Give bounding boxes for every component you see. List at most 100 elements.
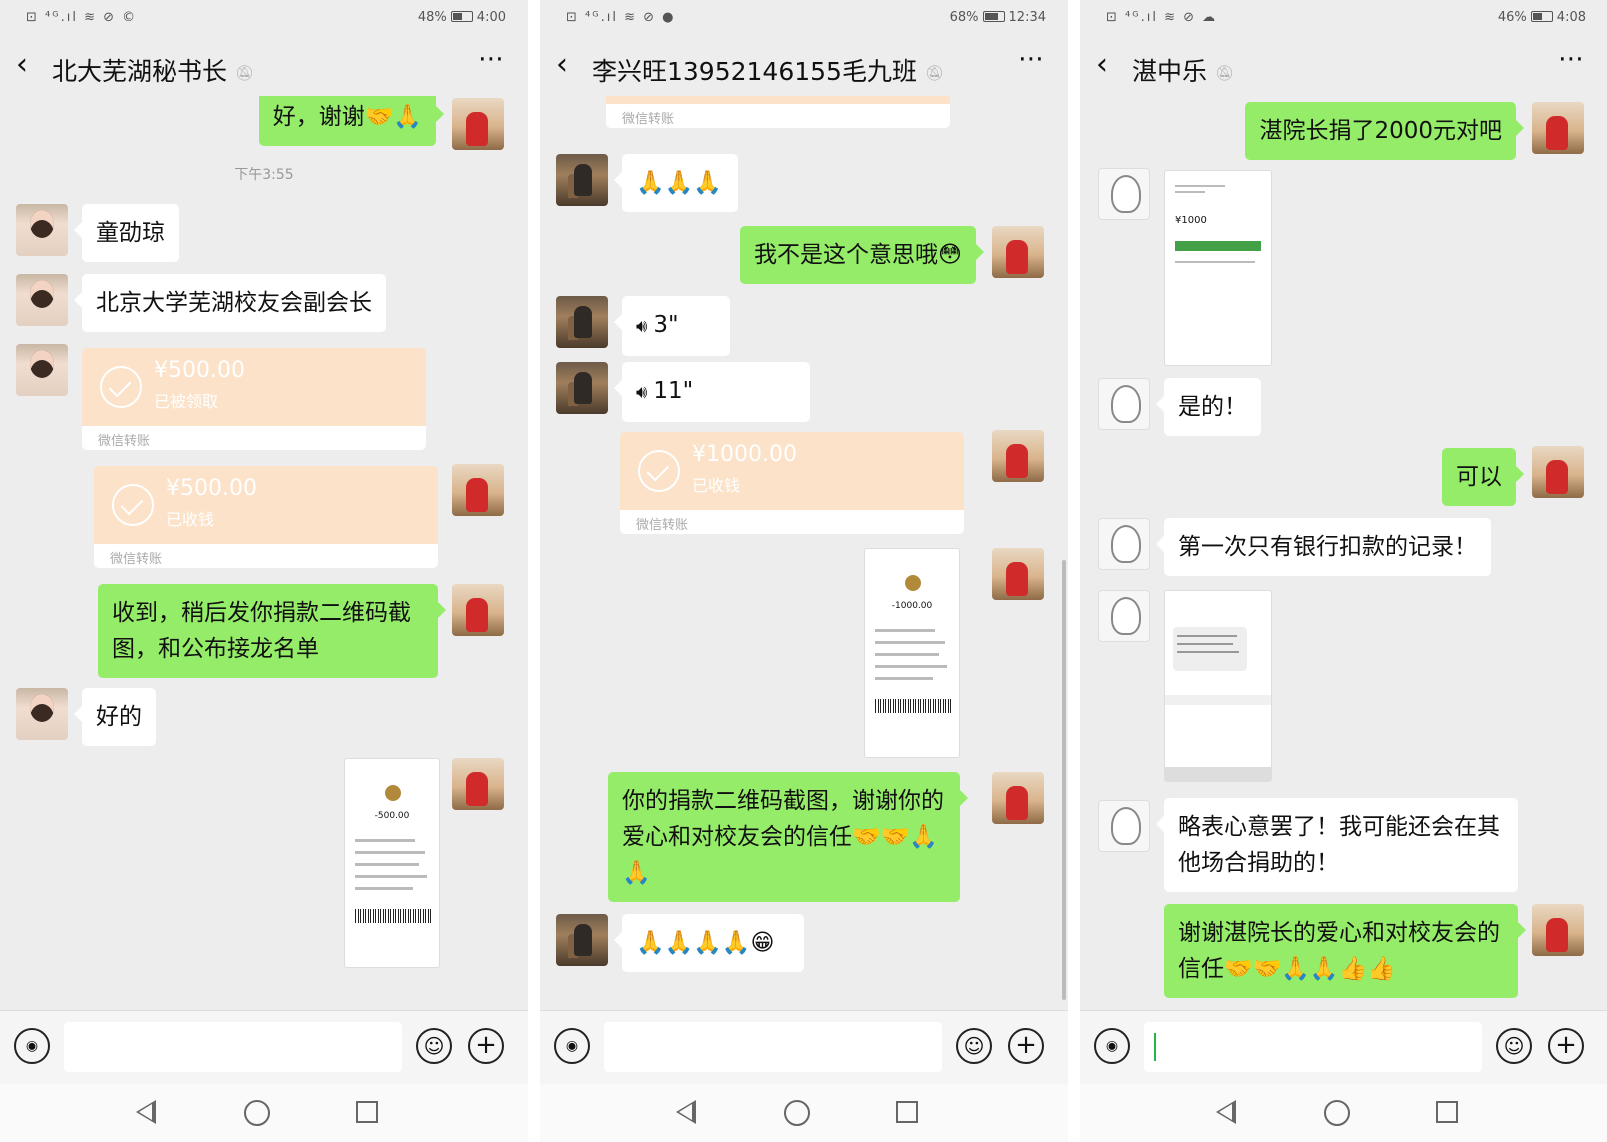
message-sent[interactable]: 收到，稍后发你捐款二维码截图，和公布接龙名单: [98, 584, 446, 678]
system-nav: [1080, 1084, 1607, 1142]
voice-icon[interactable]: ◉: [1094, 1028, 1130, 1064]
image-message[interactable]: -500.00: [344, 758, 440, 968]
message-input[interactable]: [1144, 1022, 1482, 1072]
chat-header: ‹ 北大芜湖秘书长 🔕︎ ⋯: [0, 40, 528, 96]
message-list[interactable]: 微信转账 🙏🙏🙏 我不是这个意思哦😳 🔊︎ 3" 🔊︎ 11" ¥1000.00 已…: [540, 96, 1068, 1010]
nav-home-icon[interactable]: [244, 1100, 270, 1126]
chat-screen-1: ⊡ ⁴ᴳ.ıl ≋ ⊘ © 48% 4:00 ‹ 北大芜湖秘书长 🔕︎ ⋯ 好，谢谢…: [0, 0, 528, 1142]
back-icon[interactable]: ‹: [556, 50, 568, 80]
message-list[interactable]: 好，谢谢🤝🙏 下午3:55 童劭琼 北京大学芜湖校友会副会长 ¥500.00 已…: [0, 96, 528, 1010]
self-avatar[interactable]: [992, 772, 1044, 824]
emoji-icon[interactable]: ☺: [1496, 1028, 1532, 1064]
message-sent[interactable]: 可以: [1442, 448, 1524, 506]
back-icon[interactable]: ‹: [1096, 50, 1108, 80]
self-avatar[interactable]: [452, 758, 504, 810]
voice-message[interactable]: 🔊︎ 11": [614, 362, 810, 422]
self-avatar[interactable]: [452, 584, 504, 636]
transfer-body: ¥500.00 已被领取: [82, 348, 426, 426]
self-avatar[interactable]: [452, 464, 504, 516]
scrollbar[interactable]: [1062, 560, 1066, 1000]
voice-message[interactable]: 🔊︎ 3": [614, 296, 730, 356]
message-received[interactable]: 🙏🙏🙏: [614, 154, 738, 212]
more-icon[interactable]: ⋯: [478, 44, 506, 74]
nav-recent-icon[interactable]: [356, 1101, 378, 1123]
nav-home-icon[interactable]: [1324, 1100, 1350, 1126]
self-avatar[interactable]: [452, 98, 504, 150]
transfer-body: ¥500.00 已收钱: [94, 466, 438, 544]
nav-back-icon[interactable]: [136, 1100, 156, 1124]
contact-avatar[interactable]: [1098, 378, 1150, 430]
message-received[interactable]: 是的！: [1156, 378, 1261, 436]
more-icon[interactable]: ⋯: [1018, 44, 1046, 74]
plus-icon[interactable]: +: [1548, 1028, 1584, 1064]
self-avatar[interactable]: [992, 548, 1044, 600]
contact-avatar[interactable]: [1098, 168, 1150, 220]
nav-back-icon[interactable]: [676, 1100, 696, 1124]
voice-duration: 11": [653, 378, 694, 404]
message-received[interactable]: 略表心意罢了！我可能还会在其他场合捐助的！: [1156, 798, 1518, 892]
voice-icon[interactable]: ◉: [14, 1028, 50, 1064]
mute-icon: 🔕︎: [235, 64, 255, 82]
battery-icon: [982, 11, 1005, 22]
message-input[interactable]: [604, 1022, 942, 1072]
nav-recent-icon[interactable]: [1436, 1101, 1458, 1123]
battery-percent: 48%: [417, 10, 447, 25]
transfer-amount: ¥500.00: [166, 476, 257, 501]
transfer-card[interactable]: ¥500.00 已收钱 微信转账: [94, 466, 438, 568]
more-icon[interactable]: ⋯: [1558, 44, 1586, 74]
contact-avatar[interactable]: [556, 362, 608, 414]
plus-icon[interactable]: +: [468, 1028, 504, 1064]
message-sent[interactable]: 你的捐款二维码截图，谢谢你的爱心和对校友会的信任🤝🤝🙏🙏: [608, 772, 968, 902]
self-avatar[interactable]: [1532, 446, 1584, 498]
message-received[interactable]: 童劭琼: [74, 204, 179, 262]
message-received[interactable]: 北京大学芜湖校友会副会长: [74, 274, 386, 332]
chat-header: ‹ 湛中乐 🔕︎ ⋯: [1080, 40, 1607, 96]
check-icon: [638, 450, 680, 492]
contact-avatar[interactable]: [1098, 518, 1150, 570]
system-nav: [540, 1084, 1068, 1142]
self-avatar[interactable]: [992, 430, 1044, 482]
status-icons: ⊡ ⁴ᴳ.ıl ≋ ⊘ ☁: [1106, 10, 1218, 25]
contact-avatar[interactable]: [1098, 590, 1150, 642]
transfer-card[interactable]: ¥1000.00 已收钱 微信转账: [620, 432, 964, 534]
message-list[interactable]: 湛院长捐了2000元对吧 ¥1000 是的！ 可以 第一次只有银行扣款的记录！ …: [1080, 96, 1607, 1010]
message-sent[interactable]: 谢谢湛院长的爱心和对校友会的信任🤝🤝🙏🙏👍👍: [1164, 904, 1526, 998]
message-received[interactable]: 🙏🙏🙏🙏😁: [614, 914, 804, 972]
transfer-card[interactable]: 微信转账: [606, 96, 950, 128]
contact-avatar[interactable]: [16, 274, 68, 326]
transfer-amount: ¥1000.00: [692, 442, 797, 467]
message-sent[interactable]: 我不是这个意思哦😳: [740, 226, 984, 284]
voice-icon[interactable]: ◉: [554, 1028, 590, 1064]
plus-icon[interactable]: +: [1008, 1028, 1044, 1064]
transfer-label: 微信转账: [622, 112, 675, 127]
image-message[interactable]: [1164, 590, 1272, 782]
transfer-card[interactable]: ¥500.00 已被领取 微信转账: [82, 348, 426, 450]
mute-icon: 🔕︎: [924, 64, 945, 82]
contact-avatar[interactable]: [1098, 800, 1150, 852]
emoji-icon[interactable]: ☺: [956, 1028, 992, 1064]
transfer-body: ¥1000.00 已收钱: [620, 432, 964, 510]
nav-back-icon[interactable]: [1216, 1100, 1236, 1124]
message-received[interactable]: 好的: [74, 688, 156, 746]
contact-avatar[interactable]: [16, 344, 68, 396]
image-message[interactable]: -1000.00: [864, 548, 960, 758]
input-bar: ◉ ☺ +: [1080, 1010, 1607, 1084]
self-avatar[interactable]: [1532, 904, 1584, 956]
nav-home-icon[interactable]: [784, 1100, 810, 1126]
contact-avatar[interactable]: [16, 688, 68, 740]
transfer-status: 已被领取: [154, 392, 219, 411]
message-sent[interactable]: 湛院长捐了2000元对吧: [1245, 102, 1524, 160]
message-sent[interactable]: 好，谢谢🤝🙏: [258, 96, 445, 146]
self-avatar[interactable]: [992, 226, 1044, 278]
message-input[interactable]: [64, 1022, 402, 1072]
back-icon[interactable]: ‹: [16, 50, 28, 80]
image-message[interactable]: ¥1000: [1164, 170, 1272, 366]
contact-avatar[interactable]: [556, 914, 608, 966]
emoji-icon[interactable]: ☺: [416, 1028, 452, 1064]
message-received[interactable]: 第一次只有银行扣款的记录！: [1156, 518, 1491, 576]
contact-avatar[interactable]: [556, 154, 608, 206]
self-avatar[interactable]: [1532, 102, 1584, 154]
contact-avatar[interactable]: [556, 296, 608, 348]
nav-recent-icon[interactable]: [896, 1101, 918, 1123]
contact-avatar[interactable]: [16, 204, 68, 256]
